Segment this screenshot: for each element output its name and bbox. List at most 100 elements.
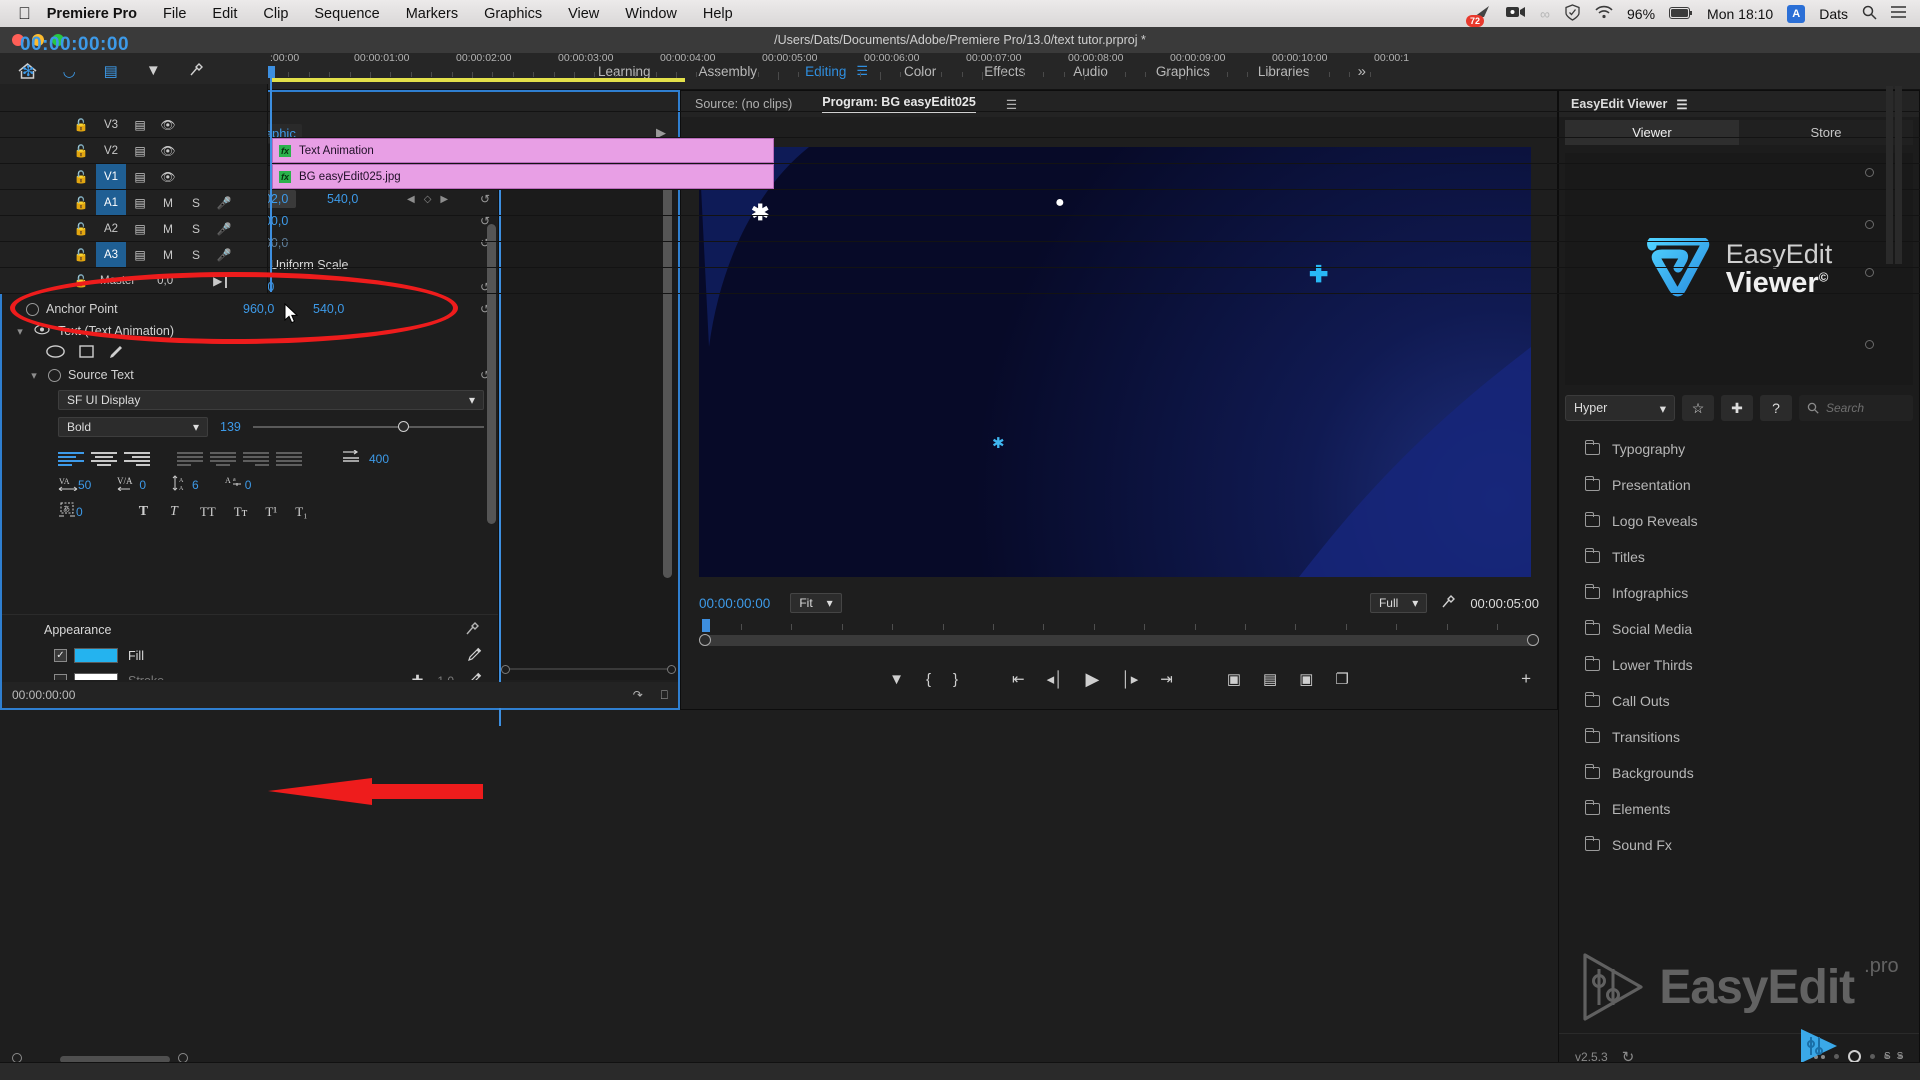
work-area-bar[interactable] bbox=[270, 78, 685, 82]
lock-icon[interactable]: 🔓 bbox=[66, 144, 96, 158]
track-name-a3[interactable]: A3 bbox=[96, 242, 126, 267]
track-name-a2[interactable]: A2 bbox=[96, 223, 126, 235]
lock-icon[interactable]: 🔓 bbox=[66, 222, 96, 236]
ruler-tick-label: 00:00:01:00 bbox=[354, 52, 410, 64]
mute-track-button[interactable]: M bbox=[154, 196, 182, 210]
track-row-v2[interactable]: 🔓 V2 ▤ 👁 fx Text Animation bbox=[0, 138, 1920, 164]
wifi-icon[interactable] bbox=[1595, 5, 1613, 22]
menu-window[interactable]: Window bbox=[625, 6, 677, 22]
track-name-v2[interactable]: V2 bbox=[96, 145, 126, 157]
track-row-master[interactable]: 🔓 Master 0,0 ▶┃ bbox=[0, 268, 1920, 294]
notifications-icon[interactable]: 72 bbox=[1466, 5, 1492, 27]
sync-lock-icon[interactable]: ▤ bbox=[126, 196, 154, 210]
sync-lock-icon[interactable]: ▤ bbox=[126, 118, 154, 132]
ruler-tick-label: 00:00:05:00 bbox=[762, 52, 818, 64]
battery-percent[interactable]: 96% bbox=[1627, 6, 1655, 22]
audio-meter-labels: S S bbox=[1884, 1051, 1903, 1062]
sync-lock-icon[interactable]: ▤ bbox=[126, 170, 154, 184]
lock-icon[interactable]: 🔓 bbox=[66, 196, 96, 210]
menu-sequence[interactable]: Sequence bbox=[314, 6, 379, 22]
timeline-right-handles[interactable] bbox=[1865, 168, 1874, 1004]
track-header-spacer bbox=[0, 84, 268, 111]
sync-lock-icon[interactable]: ▤ bbox=[126, 144, 154, 158]
macos-menu-bar:  Premiere Pro File Edit Clip Sequence M… bbox=[0, 0, 1920, 27]
track-name-v3[interactable]: V3 bbox=[96, 119, 126, 131]
timeline-playhead-handle[interactable] bbox=[268, 66, 275, 78]
menubar-clock[interactable]: Mon 18:10 bbox=[1707, 6, 1773, 22]
track-visibility-icon[interactable]: 👁 bbox=[154, 118, 182, 132]
keyboard-layout-icon[interactable]: A bbox=[1787, 4, 1806, 23]
solo-track-button[interactable]: S bbox=[182, 222, 210, 236]
lock-icon[interactable]: 🔓 bbox=[66, 170, 96, 184]
track-header-v3[interactable]: 🔓 V3 ▤ 👁 bbox=[0, 112, 268, 137]
menu-view[interactable]: View bbox=[568, 6, 599, 22]
menu-file[interactable]: File bbox=[163, 6, 186, 22]
notification-badge: 72 bbox=[1466, 14, 1485, 27]
ruler-tick-label: 00:00:08:00 bbox=[1068, 52, 1124, 64]
track-header-v2[interactable]: 🔓 V2 ▤ 👁 bbox=[0, 138, 268, 163]
ruler-tick-label: 00:00:06:00 bbox=[864, 52, 920, 64]
ruler-tick-label: 00:00:04:00 bbox=[660, 52, 716, 64]
menu-clip[interactable]: Clip bbox=[263, 6, 288, 22]
voice-over-record-icon[interactable]: 🎤 bbox=[210, 196, 238, 210]
audio-meter-panel: S S bbox=[1878, 0, 1908, 1080]
track-visibility-icon[interactable]: 👁 bbox=[154, 144, 182, 158]
track-name-a1[interactable]: A1 bbox=[96, 190, 126, 215]
lock-icon[interactable]: 🔓 bbox=[66, 248, 96, 262]
timeline-clip-text-animation[interactable]: fx Text Animation bbox=[272, 138, 774, 163]
master-track-label: Master bbox=[100, 274, 136, 287]
spotlight-search-icon[interactable] bbox=[1862, 5, 1877, 23]
solo-track-button[interactable]: S bbox=[182, 196, 210, 210]
track-header-a1[interactable]: 🔓 A1 ▤ M S 🎤 bbox=[0, 190, 268, 215]
timeline-timecode[interactable]: 00:00:00:00 bbox=[20, 34, 129, 56]
sync-lock-icon[interactable]: ▤ bbox=[126, 248, 154, 262]
project-path: /Users/Dats/Documents/Adobe/Premiere Pro… bbox=[774, 33, 1146, 47]
fx-badge-icon: fx bbox=[279, 170, 291, 183]
master-meter-icon[interactable]: ▶┃ bbox=[213, 274, 229, 288]
menu-app-name[interactable]: Premiere Pro bbox=[47, 6, 137, 22]
track-row-a3[interactable]: 🔓 A3 ▤ M S 🎤 bbox=[0, 242, 1920, 268]
menu-help[interactable]: Help bbox=[703, 6, 733, 22]
track-header-a3[interactable]: 🔓 A3 ▤ M S 🎤 bbox=[0, 242, 268, 267]
battery-icon[interactable] bbox=[1669, 6, 1693, 22]
menubar-user[interactable]: Dats bbox=[1819, 6, 1848, 22]
ruler-tick-label: 00:00:1 bbox=[1374, 52, 1410, 64]
track-row-v1[interactable]: 🔓 V1 ▤ 👁 fx BG easyEdit025.jpg bbox=[0, 164, 1920, 190]
track-visibility-icon[interactable]: 👁 bbox=[154, 170, 182, 184]
track-header-a2[interactable]: 🔓 A2 ▤ M S 🎤 bbox=[0, 216, 268, 241]
creative-cloud-icon[interactable]: ∞ bbox=[1540, 6, 1550, 22]
voice-over-record-icon[interactable]: 🎤 bbox=[210, 222, 238, 236]
solo-track-button[interactable]: S bbox=[182, 248, 210, 262]
timeline-settings-icon[interactable] bbox=[189, 62, 204, 81]
magnet-snap-icon[interactable]: ◡ bbox=[63, 62, 76, 81]
lock-icon[interactable]: 🔓 bbox=[66, 118, 96, 132]
snap-linked-selection-icon[interactable]: ✻ bbox=[22, 62, 35, 81]
voice-over-record-icon[interactable]: 🎤 bbox=[210, 248, 238, 262]
track-row-a2[interactable]: 🔓 A2 ▤ M S 🎤 bbox=[0, 216, 1920, 242]
linked-selection-icon[interactable]: ▤ bbox=[104, 62, 118, 81]
screen-record-icon[interactable] bbox=[1506, 5, 1526, 22]
track-row-a1[interactable]: 🔓 A1 ▤ M S 🎤 bbox=[0, 190, 1920, 216]
timeline-spacer-row bbox=[0, 84, 1920, 112]
audio-meter-right bbox=[1895, 86, 1902, 264]
track-header-v1[interactable]: 🔓 V1 ▤ 👁 bbox=[0, 164, 268, 189]
ruler-tick-label: 00:00:10:00 bbox=[1272, 52, 1328, 64]
master-track-value[interactable]: 0,0 bbox=[157, 275, 173, 287]
track-row-v3[interactable]: 🔓 V3 ▤ 👁 bbox=[0, 112, 1920, 138]
lock-icon[interactable]: 🔓 bbox=[66, 274, 96, 288]
menu-markers[interactable]: Markers bbox=[406, 6, 458, 22]
sync-lock-icon[interactable]: ▤ bbox=[126, 222, 154, 236]
ruler-tick-label: 00:00:09:00 bbox=[1170, 52, 1226, 64]
timeline-tracks: 🔓 V3 ▤ 👁 🔓 V2 ▤ 👁 fx Text Animation 🔓 V1… bbox=[0, 84, 1920, 1044]
track-name-v1[interactable]: V1 bbox=[96, 164, 126, 189]
shield-icon[interactable] bbox=[1564, 3, 1581, 24]
menu-graphics[interactable]: Graphics bbox=[484, 6, 542, 22]
add-marker-icon[interactable]: ▼ bbox=[146, 62, 161, 81]
menu-edit[interactable]: Edit bbox=[212, 6, 237, 22]
mute-track-button[interactable]: M bbox=[154, 248, 182, 262]
timeline-clip-bg-image[interactable]: fx BG easyEdit025.jpg bbox=[272, 164, 774, 189]
mute-track-button[interactable]: M bbox=[154, 222, 182, 236]
track-header-master[interactable]: 🔓 Master 0,0 ▶┃ bbox=[0, 268, 268, 293]
ruler-tick-label: 00:00:02:00 bbox=[456, 52, 512, 64]
apple-logo-icon[interactable]:  bbox=[18, 5, 31, 22]
